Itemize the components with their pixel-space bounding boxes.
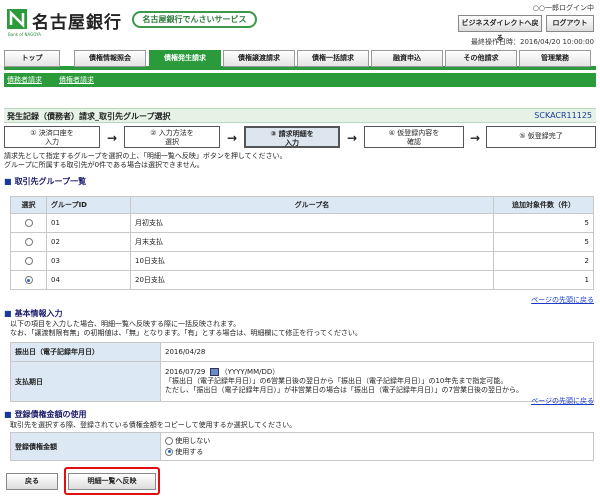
due-date-note-2: ただし、「振出日（電子記録年月日）」が非営業日の場合は「振出日（電子記録年月日）…	[165, 386, 523, 394]
issue-date-value: 2016/04/28	[160, 342, 594, 362]
due-date-note-1: 「振出日（電子記録年月日）」の6営業日後の翌日から「振出日（電子記録年月日）」の…	[165, 377, 508, 385]
due-date-label: 支払期日	[10, 361, 161, 402]
basic-info-desc: 以下の項目を入力した場合、明細一覧へ反映する際に一括反映されます。 なお、「譲渡…	[10, 320, 362, 337]
step-arrow-icon: →	[227, 131, 238, 145]
group-radio-03[interactable]	[24, 257, 33, 265]
group-list-heading: 取引先グループ一覧	[4, 176, 87, 187]
group-radio-02[interactable]	[24, 238, 33, 246]
screen-id: SCKACR11125	[534, 111, 592, 120]
main-tab-bar: トップ 債権情報照会 債権発生請求 債権譲渡請求 債権一括請求 融資申込 その他…	[4, 50, 596, 70]
step-arrow-icon: →	[347, 131, 358, 145]
col-group-name: グループ名	[130, 196, 494, 214]
step-3-current: ③ 請求明細を 入力	[244, 126, 340, 148]
highlight-frame	[64, 467, 160, 495]
tab-loan-application[interactable]: 融資申込	[371, 50, 443, 67]
page-title-bar: 発生記録（債務者）請求_取引先グループ選択 SCKACR11125	[4, 108, 596, 123]
subnav-creditor-request[interactable]: 債権者請求	[59, 75, 94, 85]
calendar-icon[interactable]	[209, 368, 219, 376]
step-arrow-icon: →	[470, 131, 481, 145]
tab-top[interactable]: トップ	[4, 50, 60, 67]
step-1: ① 決済口座を 入力	[4, 126, 100, 148]
col-count: 追加対象件数（件）	[493, 196, 594, 214]
table-row: 02 月末支払 5	[10, 232, 594, 252]
bank-name: 名古屋銀行	[32, 13, 122, 33]
amount-label: 登録債権金額	[10, 432, 161, 461]
step-4: ④ 仮登録内容を 確認	[364, 126, 464, 148]
bank-sub-name: Bank of NAGOYA	[8, 32, 42, 37]
col-group-id: グループID	[46, 196, 131, 214]
tab-other-requests[interactable]: その他請求	[445, 50, 517, 67]
tab-credit-bulk[interactable]: 債権一括請求	[297, 50, 369, 67]
amount-radio-yes[interactable]	[165, 447, 173, 456]
amount-desc: 取引先を選択する際、登録されている債権金額をコピーして使用するか選択してください…	[10, 421, 297, 429]
page-top-link[interactable]: ページの先頭に戻る	[531, 396, 594, 406]
group-radio-04[interactable]	[24, 276, 33, 284]
basic-info-table: 振出日（電子記録年月日） 2016/04/28 支払期日 2016/07/29 …	[10, 342, 594, 402]
last-operation-time: 最終操作日時：2016/04/20 10:00:00	[470, 38, 594, 46]
page-title: 発生記録（債務者）請求_取引先グループ選択	[7, 112, 171, 121]
service-name-badge: 名古屋銀行でんさいサービス	[132, 11, 257, 28]
group-list-table: 選択 グループID グループ名 追加対象件数（件） 01 月初支払 5 02 月…	[10, 196, 594, 290]
subnav-debtor-request[interactable]: 債務者請求	[7, 75, 42, 85]
due-date-input[interactable]: 2016/07/29	[165, 368, 205, 376]
col-select: 選択	[10, 196, 47, 214]
tab-management[interactable]: 管理業務	[519, 50, 591, 67]
issue-date-label: 振出日（電子記録年月日）	[10, 342, 161, 362]
amount-table: 登録債権金額 使用しない 使用する	[10, 432, 594, 461]
step-arrow-icon: →	[107, 131, 118, 145]
logout-button[interactable]: ログアウト	[546, 15, 594, 32]
basic-info-heading: 基本情報入力	[4, 308, 63, 319]
step-2: ② 入力方法を 選択	[124, 126, 220, 148]
step-5: ⑤ 仮登録完了	[486, 126, 596, 148]
group-radio-01[interactable]	[24, 219, 33, 227]
sub-navigation: 債務者請求 債権者請求	[4, 73, 596, 87]
back-button[interactable]: 戻る	[6, 473, 58, 490]
table-row: 01 月初支払 5	[10, 213, 594, 233]
bank-logo-icon	[7, 9, 27, 29]
amount-radio-no[interactable]	[165, 436, 173, 445]
table-row: 03 10日支払 2	[10, 251, 594, 271]
tab-credit-issue[interactable]: 債権発生請求	[149, 50, 221, 67]
tab-credit-transfer[interactable]: 債権譲渡請求	[223, 50, 295, 67]
table-row: 04 20日支払 1	[10, 270, 594, 290]
login-user-name: ○○一郎ログイン中	[532, 4, 594, 12]
amount-heading: 登録債権金額の使用	[4, 409, 87, 420]
tab-credit-inquiry[interactable]: 債権情報照会	[74, 50, 146, 67]
due-date-format: （YYYY/MM/DD）	[220, 368, 280, 376]
page-top-link[interactable]: ページの先頭に戻る	[531, 295, 594, 305]
intro-text: 請求先として指定するグループを選択の上、「明細一覧へ反映」ボタンを押してください…	[4, 152, 287, 169]
business-direct-button[interactable]: ビジネスダイレクトへ戻る	[458, 15, 542, 42]
